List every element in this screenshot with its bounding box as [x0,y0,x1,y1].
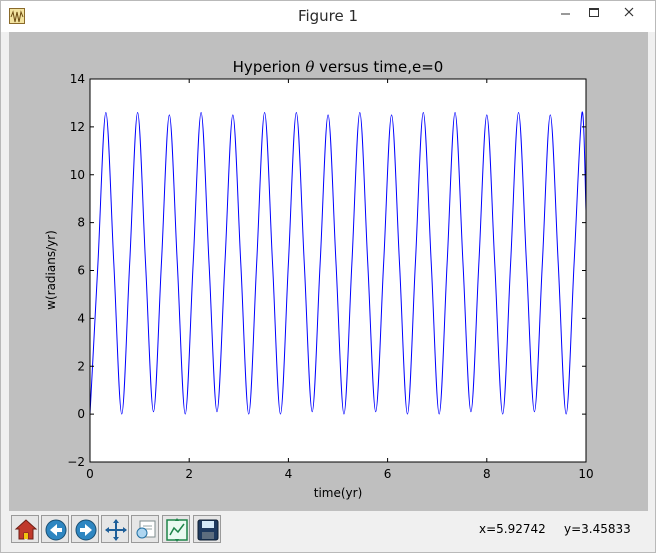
x-coordinate-readout: x=5.92742 [479,522,546,536]
close-button[interactable] [607,1,652,23]
x-tick-label: 2 [185,467,193,481]
back-button[interactable] [41,515,69,543]
arrow-right-icon [75,519,97,541]
y-tick-label: −2 [67,455,85,469]
minimize-icon [561,13,570,15]
chart-title-prefix: Hyperion [233,58,306,76]
configure-subplots-icon [166,518,188,542]
home-button[interactable] [11,515,39,543]
floppy-disk-icon [197,519,219,541]
zoom-rectangle-icon [136,520,156,539]
configure-subplots-button[interactable] [162,515,190,543]
plot-svg: 0 2 4 6 8 10−202468101214 Hyperion θ versus t… [44,58,594,500]
y-tick-label: 8 [77,216,85,230]
y-axis-label: w(radians/yr) [44,230,58,310]
y-tick-label: 10 [70,168,85,182]
figure-window: Figure 1 0 2 4 6 8 10 −2 0 2 4 6 8 10 12 14 [0,0,656,553]
maximize-icon [589,8,599,17]
x-tick-label: 0 [86,467,94,481]
x-tick-label: 10 [578,467,593,481]
home-icon [14,519,38,540]
y-tick-label: 14 [70,72,85,86]
chart-title-suffix: versus time,e=0 [314,58,443,76]
x-axis-label: time(yr) [314,486,363,500]
pan-button[interactable] [101,515,129,543]
zoom-button[interactable] [131,515,159,543]
y-tick-label: 0 [77,407,85,421]
y-tick-label: 2 [77,359,85,373]
x-tick-label: 6 [384,467,392,481]
figure-canvas[interactable]: 0 2 4 6 8 10 −2 0 2 4 6 8 10 12 14 Hyperion θ versus t… [9,32,648,511]
x-tick-label: 8 [483,467,491,481]
y-tick-label: 6 [77,264,85,278]
chart-title: Hyperion θ versus time,e=0 [233,58,444,76]
maximize-button[interactable] [579,1,609,23]
forward-button[interactable] [71,515,99,543]
title-bar[interactable]: Figure 1 [1,1,655,32]
close-icon [624,7,634,17]
minimize-button[interactable] [551,1,581,23]
navigation-toolbar: x=5.92742 y=3.45833 [1,511,655,552]
move-arrows-icon [105,519,127,541]
x-tick-label: 4 [285,467,293,481]
arrow-left-icon [45,519,67,541]
save-button[interactable] [193,515,221,543]
y-tick-label: 4 [77,311,85,325]
y-coordinate-readout: y=3.45833 [564,522,631,536]
axes-background [90,79,586,462]
chart-title-theta-symbol: θ [305,58,314,76]
y-tick-label: 12 [70,120,85,134]
